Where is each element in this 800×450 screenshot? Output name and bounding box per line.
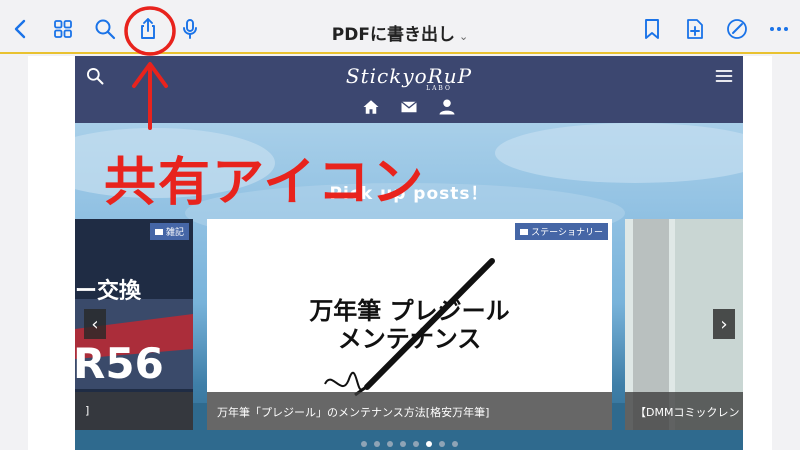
card-caption: 万年筆「プレジール」のメンテナンス方法[格安万年筆] [207,392,612,430]
carousel-dot[interactable] [451,441,458,447]
user-icon [439,99,455,115]
card-headline-top: ー交換 [75,279,142,304]
carousel-prev-button[interactable]: ‹ [84,309,106,339]
share-button[interactable] [133,14,163,44]
webpage-snapshot: StickyoRuP LABO Pick up posts！ 雑記 ー交換 R5… [75,56,743,450]
search-button[interactable] [90,14,120,44]
home-icon [363,100,379,114]
site-home-link[interactable] [361,98,381,116]
toolbar: PDFに書き出し ⌄ [0,6,800,54]
carousel-dot[interactable] [360,441,367,447]
markup-pen-icon [727,19,747,39]
carousel-dots [75,441,743,447]
carousel-dot[interactable] [425,441,432,447]
more-button[interactable] [764,14,794,44]
microphone-icon [183,19,197,39]
add-page-icon [687,19,703,39]
folder-icon [154,229,163,235]
site-header: StickyoRuP LABO [75,56,743,123]
bookmark-button[interactable] [637,14,667,44]
search-icon [95,19,116,40]
carousel-dot[interactable] [412,441,419,447]
carousel-card-center[interactable]: ステーショナリー 万年筆 プレジール メンテナンス 万年筆「プレジール」のメンテ… [207,219,612,430]
grid-icon [54,20,72,38]
site-logo-text: StickyoRuP [345,64,473,88]
thumbnails-button[interactable] [48,14,78,44]
carousel-next-button[interactable]: › [713,309,735,339]
site-logo[interactable]: StickyoRuP LABO [75,64,743,92]
annotation-label: 共有アイコン [104,153,426,213]
markup-button[interactable] [722,14,752,44]
site-mail-link[interactable] [399,98,419,116]
back-button[interactable] [6,14,36,44]
more-icon [770,27,788,31]
carousel-dot[interactable] [438,441,445,447]
add-page-button[interactable] [680,14,710,44]
title-chevron-icon[interactable]: ⌄ [459,30,468,43]
site-menu-button[interactable] [713,66,735,86]
card-headline-big: R56 [75,339,164,388]
carousel-dot[interactable] [386,441,393,447]
card-caption: ] [75,392,193,430]
carousel-dot[interactable] [399,441,406,447]
hamburger-menu-icon [715,70,733,82]
share-icon [141,18,155,39]
card-badge: 雑記 [149,223,189,240]
mail-icon [401,101,417,113]
bookmark-icon [645,19,659,39]
carousel-dot[interactable] [373,441,380,447]
card-caption: 【DMMコミックレン [625,392,743,430]
chevron-left-icon [14,19,26,39]
document-title-text[interactable]: PDFに書き出し [332,25,455,45]
dictation-button[interactable] [175,14,205,44]
site-profile-link[interactable] [437,98,457,116]
card-badge-text: 雑記 [165,228,184,238]
